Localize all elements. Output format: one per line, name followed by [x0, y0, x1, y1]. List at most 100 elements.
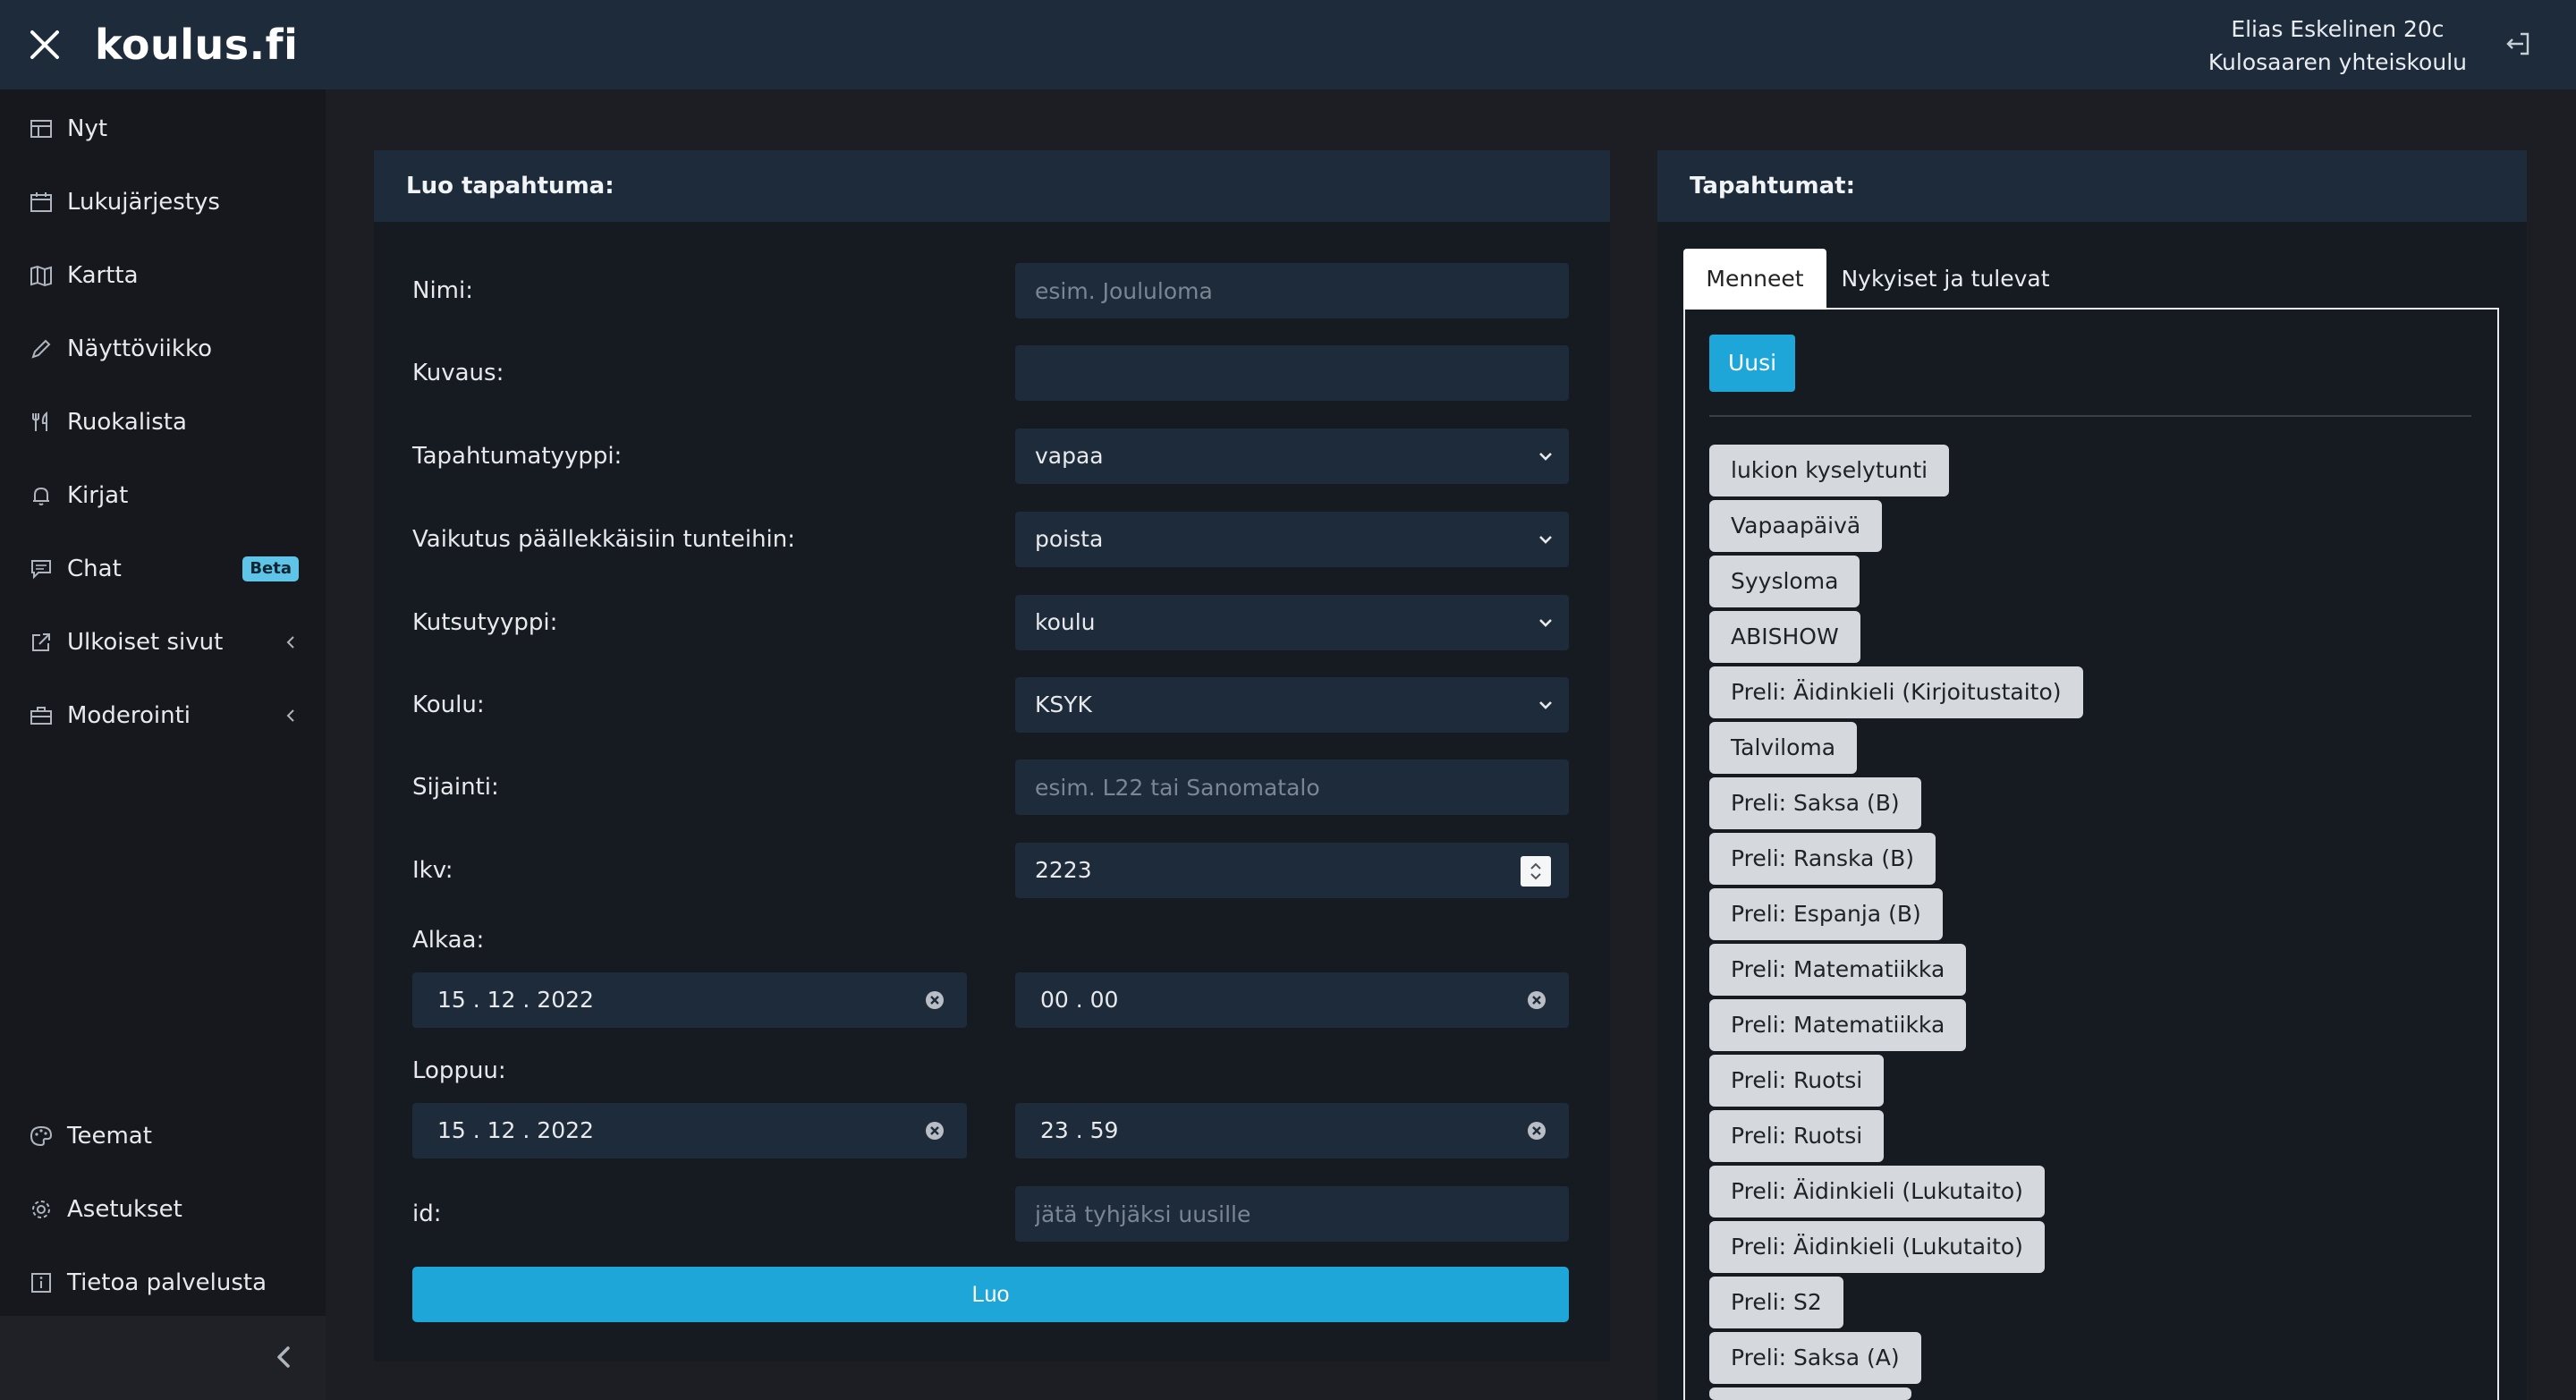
- clear-end-date-button[interactable]: [924, 1120, 945, 1141]
- clear-icon: [1528, 1122, 1546, 1140]
- close-menu-button[interactable]: [27, 27, 63, 63]
- event-item[interactable]: Preli: Äidinkieli (Lukutaito): [1709, 1166, 2045, 1218]
- name-input[interactable]: [1035, 263, 1569, 318]
- close-icon: [30, 30, 59, 59]
- end-date-value: 15 . 12 . 2022: [437, 1117, 594, 1143]
- beta-badge: Beta: [242, 556, 299, 581]
- sidebar-item-nyt[interactable]: Nyt: [0, 97, 326, 161]
- sidebar-item-ruokalista[interactable]: Ruokalista: [0, 390, 326, 454]
- invite-type-select[interactable]: koulu: [1015, 595, 1569, 650]
- event-item[interactable]: Preli: Espanja (B): [1709, 888, 1943, 940]
- map-icon: [29, 263, 54, 288]
- location-field[interactable]: [1015, 759, 1569, 815]
- clear-icon: [926, 1122, 944, 1140]
- end-time-field[interactable]: 23 . 59: [1015, 1103, 1569, 1158]
- create-event-card-header: Luo tapahtuma:: [374, 150, 1610, 222]
- event-item[interactable]: Preli: Ruotsi: [1709, 1110, 1885, 1162]
- event-item[interactable]: lukion kyselytunti: [1709, 445, 1950, 496]
- logout-button[interactable]: [2503, 29, 2533, 59]
- school-select[interactable]: KSYK: [1015, 677, 1569, 733]
- sidebar-item-chat[interactable]: Chat Beta: [0, 537, 326, 601]
- sidebar-item-kirjat[interactable]: Kirjat: [0, 463, 326, 528]
- chevron-left-icon: [277, 1346, 290, 1368]
- number-stepper[interactable]: [1521, 856, 1551, 887]
- chat-icon: [29, 556, 54, 581]
- school-label: Koulu:: [412, 692, 485, 718]
- sidebar-item-label: Ulkoiset sivut: [67, 629, 224, 656]
- new-event-button[interactable]: Uusi: [1709, 335, 1795, 392]
- sidebar-item-tietoa-palvelusta[interactable]: Tietoa palvelusta: [0, 1251, 326, 1315]
- bell-icon: [29, 483, 54, 508]
- event-item[interactable]: Preli: Äidinkieli (Lukutaito): [1709, 1221, 2045, 1273]
- event-item-partial[interactable]: [1709, 1387, 1911, 1400]
- sidebar-item-kartta[interactable]: Kartta: [0, 243, 326, 308]
- event-item[interactable]: Preli: Äidinkieli (Kirjoitustaito): [1709, 666, 2083, 718]
- ikv-label: Ikv:: [412, 857, 453, 884]
- event-item[interactable]: Syysloma: [1709, 556, 1860, 607]
- sidebar-item-teemat[interactable]: Teemat: [0, 1104, 326, 1168]
- id-field[interactable]: [1015, 1186, 1569, 1242]
- sidebar-item-nayttoviikko[interactable]: Näyttöviikko: [0, 317, 326, 381]
- overlap-select[interactable]: poista: [1015, 512, 1569, 567]
- sidebar-item-label: Ruokalista: [67, 409, 187, 436]
- user-name: Elias Eskelinen 20c: [2231, 16, 2445, 42]
- clear-start-time-button[interactable]: [1526, 989, 1547, 1011]
- sidebar-item-label: Teemat: [67, 1123, 152, 1150]
- clear-start-date-button[interactable]: [924, 989, 945, 1011]
- chevron-left-icon: [283, 707, 299, 725]
- app-logo[interactable]: koulus.fi: [95, 18, 298, 72]
- palette-icon: [29, 1124, 54, 1149]
- event-item[interactable]: Preli: S2: [1709, 1277, 1843, 1328]
- event-item[interactable]: Preli: Matematiikka: [1709, 944, 1967, 996]
- description-label: Kuvaus:: [412, 360, 504, 386]
- user-info[interactable]: Elias Eskelinen 20c Kulosaaren yhteiskou…: [2208, 13, 2467, 79]
- tab-nykyiset-ja-tulevat[interactable]: Nykyiset ja tulevat: [1839, 249, 2052, 310]
- sidebar: Nyt Lukujärjestys Kartta Näyttöviikko Ru…: [0, 89, 326, 1400]
- id-input[interactable]: [1035, 1186, 1569, 1242]
- collapse-sidebar-button[interactable]: [268, 1339, 301, 1375]
- description-field[interactable]: [1015, 345, 1569, 401]
- external-link-icon: [29, 630, 54, 655]
- ikv-field[interactable]: 2223: [1015, 843, 1569, 898]
- invite-type-label: Kutsutyyppi:: [412, 609, 558, 636]
- name-field[interactable]: [1015, 263, 1569, 318]
- ikv-value: 2223: [1035, 857, 1092, 883]
- sidebar-item-lukujarjestys[interactable]: Lukujärjestys: [0, 170, 326, 234]
- start-label: Alkaa:: [412, 927, 485, 954]
- pencil-icon: [29, 336, 54, 361]
- event-item[interactable]: Preli: Saksa (B): [1709, 777, 1921, 829]
- start-date-value: 15 . 12 . 2022: [437, 987, 594, 1013]
- sidebar-item-asetukset[interactable]: Asetukset: [0, 1177, 326, 1242]
- clear-end-time-button[interactable]: [1526, 1120, 1547, 1141]
- name-label: Nimi:: [412, 277, 473, 304]
- event-item[interactable]: Preli: Ranska (B): [1709, 833, 1936, 885]
- clear-icon: [926, 991, 944, 1009]
- start-time-field[interactable]: 00 . 00: [1015, 972, 1569, 1028]
- start-date-field[interactable]: 15 . 12 . 2022: [412, 972, 967, 1028]
- event-item[interactable]: ABISHOW: [1709, 611, 1860, 663]
- event-item[interactable]: Talviloma: [1709, 722, 1858, 774]
- sidebar-item-label: Lukujärjestys: [67, 189, 220, 216]
- event-item[interactable]: Preli: Saksa (A): [1709, 1332, 1921, 1384]
- event-item[interactable]: Preli: Ruotsi: [1709, 1055, 1885, 1107]
- end-date-field[interactable]: 15 . 12 . 2022: [412, 1103, 967, 1158]
- location-input[interactable]: [1035, 759, 1569, 815]
- stepper-arrows-icon: [1530, 862, 1541, 880]
- event-type-select[interactable]: vapaa: [1015, 428, 1569, 484]
- event-item[interactable]: Vapaapäivä: [1709, 500, 1883, 552]
- chevron-down-icon: [1537, 697, 1555, 713]
- description-input[interactable]: [1035, 345, 1569, 401]
- tab-menneet[interactable]: Menneet: [1683, 249, 1826, 310]
- event-item[interactable]: Preli: Matematiikka: [1709, 999, 1967, 1051]
- gear-icon: [29, 1197, 54, 1222]
- events-card-header: Tapahtumat:: [1657, 150, 2527, 222]
- create-button[interactable]: Luo: [412, 1267, 1569, 1322]
- sidebar-item-ulkoiset-sivut[interactable]: Ulkoiset sivut: [0, 610, 326, 675]
- event-type-value: vapaa: [1035, 443, 1104, 469]
- sidebar-item-label: Nyt: [67, 115, 108, 142]
- sidebar-item-moderointi[interactable]: Moderointi: [0, 683, 326, 748]
- calendar-icon: [29, 190, 54, 215]
- overlap-value: poista: [1035, 526, 1104, 552]
- fork-knife-icon: [29, 410, 54, 435]
- chevron-down-icon: [1537, 531, 1555, 547]
